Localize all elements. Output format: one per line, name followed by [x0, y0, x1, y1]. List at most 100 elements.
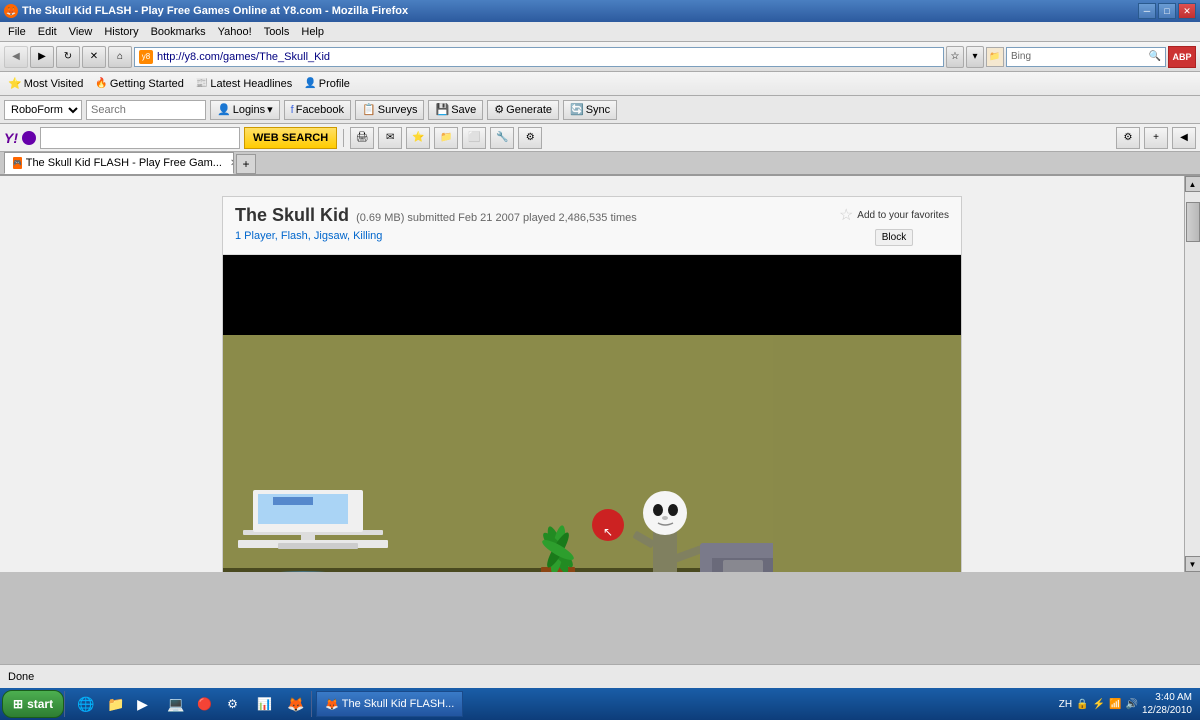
navigation-bar: ◀ ▶ ↻ ✕ ⌂ y8 http://y8.com/games/The_Sku… — [0, 42, 1200, 72]
game-title-area: The Skull Kid (0.69 MB) submitted Feb 21… — [235, 205, 839, 242]
app5-icon: 🔴 — [197, 697, 212, 711]
taskbar-firefox-icon: 🦊 — [325, 698, 339, 711]
scroll-track[interactable] — [1185, 192, 1200, 556]
stop-button[interactable]: ✕ — [82, 46, 106, 68]
bookmark-profile[interactable]: 👤 Profile — [300, 77, 354, 91]
new-tab-button[interactable]: + — [236, 154, 256, 174]
yahoo-print-button[interactable]: 🖨 — [350, 127, 374, 149]
yahoo-mail-button[interactable]: ✉ — [378, 127, 402, 149]
taskbar-firefox-item[interactable]: 🦊 The Skull Kid FLASH... — [316, 691, 463, 717]
search-box[interactable]: Bing 🔍 — [1006, 47, 1166, 67]
menu-view[interactable]: View — [63, 24, 99, 40]
yahoo-btn7[interactable]: ⚙ — [518, 127, 542, 149]
star-button[interactable]: ☆ — [946, 46, 964, 68]
close-button[interactable]: ✕ — [1178, 3, 1196, 19]
menu-bookmarks[interactable]: Bookmarks — [145, 24, 212, 40]
search-placeholder: Bing — [1011, 51, 1149, 62]
scroll-thumb[interactable] — [1186, 202, 1200, 242]
start-button[interactable]: ⊞ start — [2, 690, 64, 718]
yahoo-logo: Y! — [4, 130, 18, 146]
ql-app5[interactable]: 🔴 — [189, 691, 217, 717]
scroll-down-button[interactable]: ▼ — [1185, 556, 1200, 572]
ql-app4[interactable]: 💻 — [159, 691, 187, 717]
app4-icon: 💻 — [167, 696, 184, 713]
yahoo-btn4[interactable]: 📁 — [434, 127, 458, 149]
yahoo-btn5[interactable]: ⬜ — [462, 127, 486, 149]
ql-folder[interactable]: 📁 — [99, 691, 127, 717]
block-button[interactable]: Block — [875, 229, 913, 246]
most-visited-label: Most Visited — [24, 78, 84, 90]
bookmark-getting-started[interactable]: 🔥 Getting Started — [91, 77, 187, 91]
profile-icon: 👤 — [304, 78, 316, 89]
save-button[interactable]: 💾 Save — [428, 100, 483, 120]
menu-file[interactable]: File — [2, 24, 32, 40]
yahoo-settings-button[interactable]: ⚙ — [1116, 127, 1140, 149]
reload-button[interactable]: ↻ — [56, 46, 80, 68]
menu-history[interactable]: History — [98, 24, 144, 40]
latest-headlines-label: Latest Headlines — [210, 78, 292, 90]
ql-ie[interactable]: 🌐 — [69, 691, 97, 717]
window-title: The Skull Kid FLASH - Play Free Games On… — [22, 5, 408, 17]
bookmarks-bar: ⭐ Most Visited 🔥 Getting Started 📰 Lates… — [0, 72, 1200, 96]
title-bar: 🦊 The Skull Kid FLASH - Play Free Games … — [0, 0, 1200, 22]
page-scrollbar[interactable]: ▲ ▼ — [1184, 176, 1200, 572]
firefox-taskbar-icon: 🦊 — [287, 696, 304, 713]
game-container: The Skull Kid (0.69 MB) submitted Feb 21… — [222, 196, 962, 572]
tab-close-button[interactable]: ✕ — [230, 158, 234, 169]
lang-indicator[interactable]: ZH — [1059, 699, 1072, 710]
flash-loading-area — [223, 255, 961, 335]
menu-edit[interactable]: Edit — [32, 24, 63, 40]
status-text: Done — [8, 671, 34, 683]
yahoo-add-button[interactable]: + — [1144, 127, 1168, 149]
tag-1player[interactable]: 1 Player — [235, 230, 275, 242]
content-wrapper: The Skull Kid (0.69 MB) submitted Feb 21… — [0, 176, 1200, 572]
forward-button[interactable]: ▶ — [30, 46, 54, 68]
web-search-button[interactable]: WEB SEARCH — [244, 127, 337, 149]
facebook-button[interactable]: f Facebook — [284, 100, 351, 120]
tag-flash[interactable]: Flash — [281, 230, 308, 242]
adblock-button[interactable]: ABP — [1168, 46, 1196, 68]
profile-label: Profile — [319, 78, 350, 90]
yahoo-back-button[interactable]: ◀ — [1172, 127, 1196, 149]
bookmark-dropdown[interactable]: ▾ — [966, 46, 984, 68]
back-button[interactable]: ◀ — [4, 46, 28, 68]
bookmark-latest-headlines[interactable]: 📰 Latest Headlines — [192, 77, 296, 91]
addon-icon: 📁 — [986, 47, 1004, 67]
roboform-search-input[interactable] — [86, 100, 206, 120]
yahoo-btn6[interactable]: 🔧 — [490, 127, 514, 149]
generate-button[interactable]: ⚙ Generate — [487, 100, 559, 120]
address-bar[interactable]: y8 http://y8.com/games/The_Skull_Kid — [134, 47, 944, 67]
maximize-button[interactable]: □ — [1158, 3, 1176, 19]
firefox-icon: 🦊 — [4, 4, 18, 18]
ql-app7[interactable]: 📊 — [249, 691, 277, 717]
minimize-button[interactable]: ─ — [1138, 3, 1156, 19]
yahoo-btn3[interactable]: ⭐ — [406, 127, 430, 149]
ql-media[interactable]: ▶ — [129, 691, 157, 717]
ql-firefox[interactable]: 🦊 — [279, 691, 307, 717]
menu-yahoo[interactable]: Yahoo! — [212, 24, 258, 40]
home-button[interactable]: ⌂ — [108, 46, 132, 68]
scroll-up-button[interactable]: ▲ — [1185, 176, 1200, 192]
menu-tools[interactable]: Tools — [258, 24, 296, 40]
tag-jigsaw[interactable]: Jigsaw — [314, 230, 347, 242]
active-tab[interactable]: 🎮 The Skull Kid FLASH - Play Free Gam...… — [4, 152, 234, 174]
logins-icon: 👤 — [217, 103, 231, 116]
facebook-icon: f — [291, 104, 294, 116]
add-favorites-button[interactable]: Add to your favorites — [857, 210, 949, 221]
most-visited-icon: ⭐ — [8, 77, 22, 90]
tag-killing[interactable]: Killing — [353, 230, 382, 242]
yahoo-search-input[interactable] — [40, 127, 240, 149]
search-icon[interactable]: 🔍 — [1149, 51, 1161, 62]
logins-button[interactable]: 👤 Logins ▾ — [210, 100, 280, 120]
surveys-button[interactable]: 📋 Surveys — [355, 100, 424, 120]
generate-icon: ⚙ — [494, 103, 504, 116]
ql-app6[interactable]: ⚙ — [219, 691, 247, 717]
app7-icon: 📊 — [257, 697, 272, 711]
sync-button[interactable]: 🔄 Sync — [563, 100, 617, 120]
roboform-select[interactable]: RoboForm — [4, 100, 82, 120]
game-svg — [223, 335, 773, 572]
bookmark-most-visited[interactable]: ⭐ Most Visited — [4, 76, 87, 91]
game-scene[interactable]: ↖ — [223, 335, 961, 572]
menu-help[interactable]: Help — [295, 24, 330, 40]
system-clock[interactable]: 3:40 AM 12/28/2010 — [1142, 691, 1192, 717]
